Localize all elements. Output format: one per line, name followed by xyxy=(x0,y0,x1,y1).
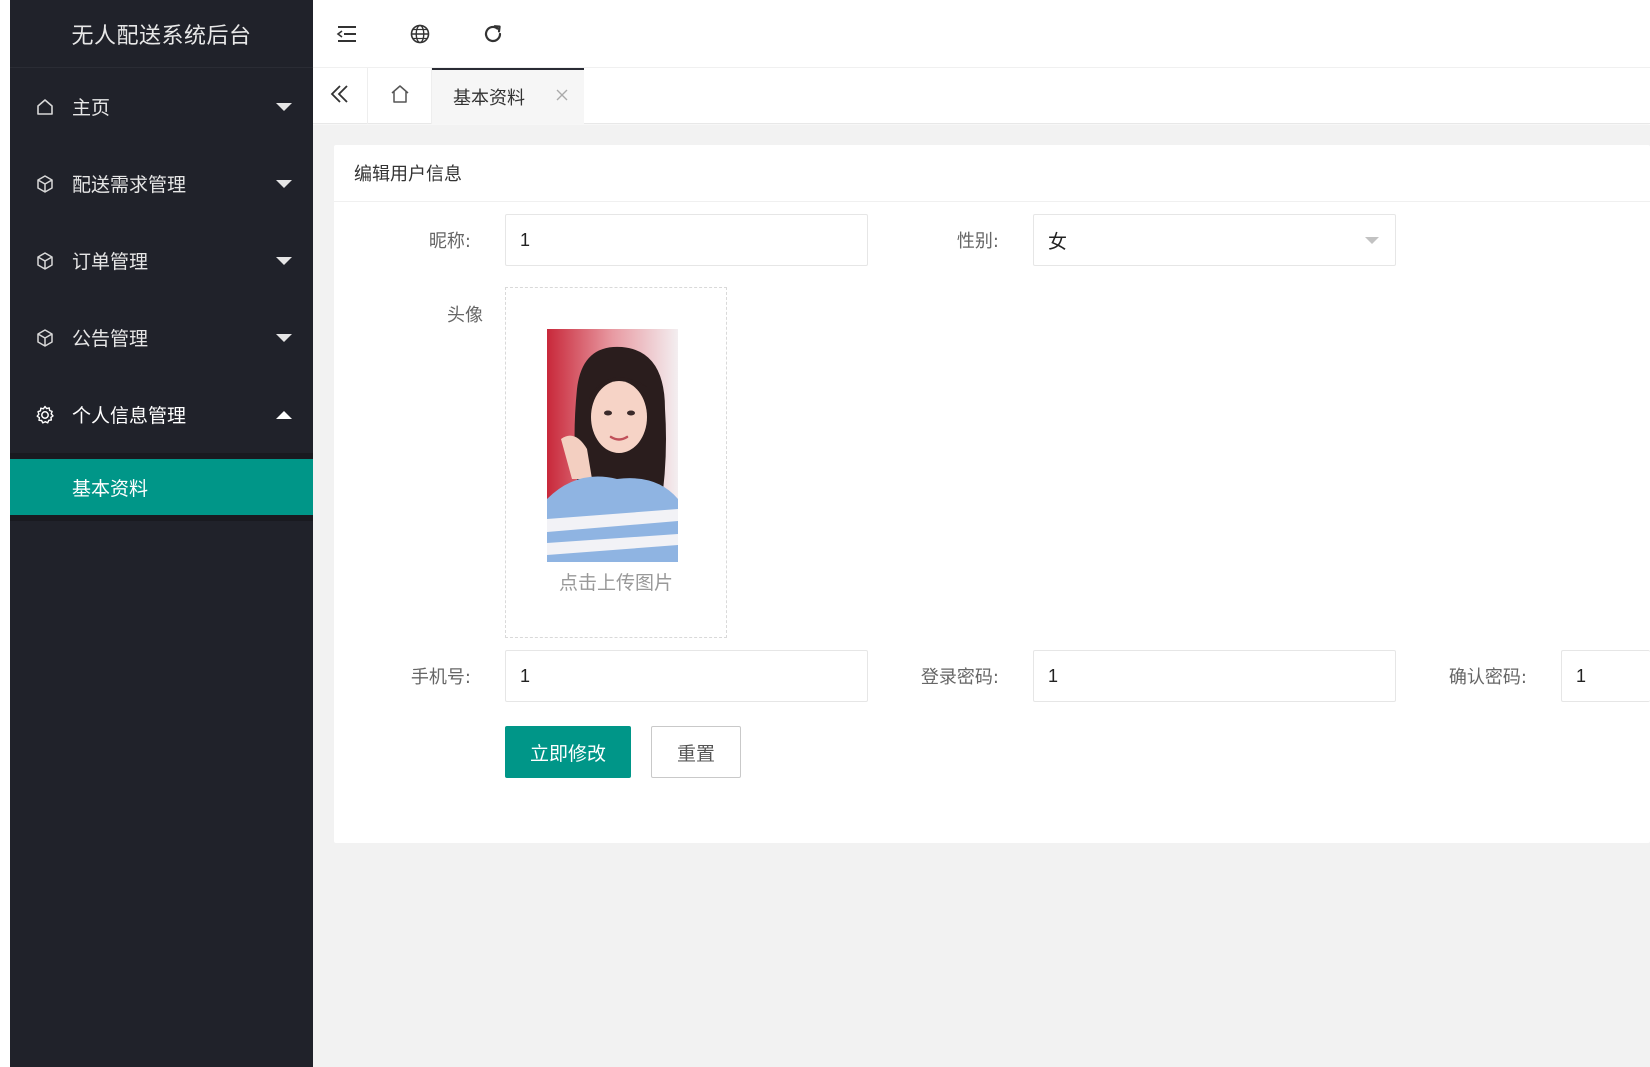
cube-icon xyxy=(34,327,56,349)
tab-label: 基本资料 xyxy=(453,88,525,109)
top-header xyxy=(313,0,1650,68)
upload-hint: 点击上传图片 xyxy=(558,572,673,594)
sidebar-item-home[interactable]: 主页 xyxy=(10,68,313,145)
tab-basic-profile[interactable]: 基本资料 xyxy=(432,68,584,124)
sidebar-item-orders[interactable]: 订单管理 xyxy=(10,222,313,299)
confirm-password-input[interactable] xyxy=(1561,650,1650,702)
avatar-upload[interactable]: 点击上传图片 xyxy=(505,287,727,638)
sidebar-item-delivery-demand[interactable]: 配送需求管理 xyxy=(10,145,313,222)
gender-label: 性别: xyxy=(956,231,999,252)
phone-input[interactable] xyxy=(505,650,868,702)
chevron-down-icon xyxy=(276,102,292,111)
main-content: 编辑用户信息 昵称: 性别: 女 头像 xyxy=(313,125,1650,1067)
confirm-password-label: 确认密码: xyxy=(1448,667,1527,688)
sidebar: 无人配送系统后台 主页 配送需求管理 订单管理 公告管理 个人信息管理 基本资料 xyxy=(10,0,313,1067)
avatar-label: 头像 xyxy=(447,305,483,326)
submenu-personal-info: 基本资料 xyxy=(10,453,313,521)
tabs-scroll-left-button[interactable] xyxy=(313,68,368,124)
nickname-label: 昵称: xyxy=(428,231,471,252)
phone-label: 手机号: xyxy=(410,667,471,688)
close-icon[interactable] xyxy=(554,87,570,103)
refresh-icon[interactable] xyxy=(479,20,507,48)
chevron-down-icon xyxy=(276,256,292,265)
sidebar-item-label: 订单管理 xyxy=(72,251,149,273)
chevron-down-icon xyxy=(276,179,292,188)
reset-button[interactable]: 重置 xyxy=(651,726,741,778)
gear-icon xyxy=(34,404,56,426)
double-chevron-left-icon xyxy=(329,84,351,108)
tabs-bar: 基本资料 xyxy=(313,68,1650,124)
globe-icon[interactable] xyxy=(406,20,434,48)
sidebar-item-label: 主页 xyxy=(72,97,111,119)
sidebar-item-announcements[interactable]: 公告管理 xyxy=(10,299,313,376)
submit-button[interactable]: 立即修改 xyxy=(505,726,631,778)
edit-user-card: 编辑用户信息 昵称: 性别: 女 头像 xyxy=(334,145,1650,843)
chevron-down-icon xyxy=(276,333,292,342)
home-icon xyxy=(34,96,56,118)
avatar-image xyxy=(547,329,678,562)
sidebar-item-label: 配送需求管理 xyxy=(72,174,187,196)
sidebar-subitem-basic-profile[interactable]: 基本资料 xyxy=(10,459,313,515)
gender-select[interactable]: 女 xyxy=(1033,214,1396,266)
sidebar-item-personal-info[interactable]: 个人信息管理 xyxy=(10,376,313,453)
sidebar-subitem-label: 基本资料 xyxy=(72,477,149,500)
home-icon xyxy=(389,83,411,109)
cube-icon xyxy=(34,173,56,195)
collapse-menu-icon[interactable] xyxy=(333,20,361,48)
chevron-down-icon xyxy=(1365,237,1379,244)
password-input[interactable] xyxy=(1033,650,1396,702)
app-title: 无人配送系统后台 xyxy=(10,0,313,68)
card-title: 编辑用户信息 xyxy=(334,145,1650,202)
sidebar-item-label: 公告管理 xyxy=(72,328,149,350)
sidebar-item-label: 个人信息管理 xyxy=(72,405,187,427)
gender-select-value: 女 xyxy=(1048,230,1068,253)
chevron-up-icon xyxy=(276,410,292,419)
tab-home[interactable] xyxy=(368,68,432,124)
cube-icon xyxy=(34,250,56,272)
nickname-input[interactable] xyxy=(505,214,868,266)
password-label: 登录密码: xyxy=(920,667,999,688)
